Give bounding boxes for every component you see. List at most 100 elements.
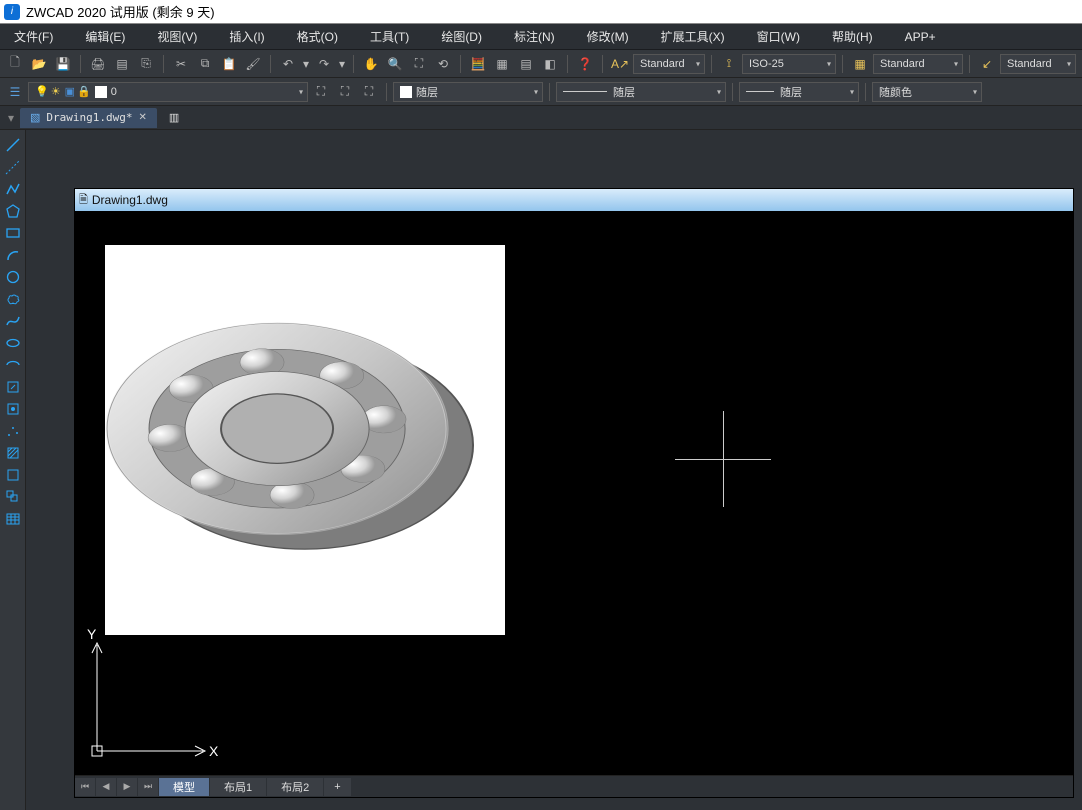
layout-nav-prev[interactable]: ◀ bbox=[96, 778, 116, 796]
undo-icon: ↶ bbox=[283, 57, 293, 71]
linetype-dropdown[interactable]: 随层 bbox=[556, 82, 726, 102]
document-tab-active[interactable]: ▧ Drawing1.dwg* ✕ bbox=[20, 108, 157, 128]
insert-block-tool[interactable] bbox=[4, 378, 22, 396]
table-style-dropdown[interactable]: Standard bbox=[873, 54, 963, 74]
lightbulb-icon: 💡 bbox=[35, 85, 49, 98]
layout-tab-2[interactable]: 布局2 bbox=[267, 778, 323, 796]
layout-tab-model[interactable]: 模型 bbox=[159, 778, 209, 796]
main-area: 🗎 Drawing1.dwg bbox=[0, 130, 1082, 810]
open-button[interactable]: 📂 bbox=[28, 53, 50, 75]
text-style-dropdown[interactable]: Standard bbox=[633, 54, 705, 74]
menu-window[interactable]: 窗口(W) bbox=[751, 25, 806, 48]
menu-dimension[interactable]: 标注(N) bbox=[508, 25, 561, 48]
pan-button[interactable]: ✋ bbox=[360, 53, 382, 75]
menu-file[interactable]: 文件(F) bbox=[8, 25, 59, 48]
gradient-tool[interactable] bbox=[4, 466, 22, 484]
zoom-realtime-button[interactable]: 🔍 bbox=[384, 53, 406, 75]
color-swatch bbox=[400, 86, 412, 98]
print-preview-button[interactable]: ▤ bbox=[111, 53, 133, 75]
menu-help[interactable]: 帮助(H) bbox=[826, 25, 879, 48]
menu-format[interactable]: 格式(O) bbox=[291, 25, 344, 48]
paste-icon: 📋 bbox=[222, 57, 237, 71]
zoom-window-button[interactable]: ⛶ bbox=[408, 53, 430, 75]
separator bbox=[386, 83, 387, 101]
mleader-style-dropdown[interactable]: Standard bbox=[1000, 54, 1076, 74]
help-button[interactable]: ❓ bbox=[574, 53, 596, 75]
menu-express[interactable]: 扩展工具(X) bbox=[655, 25, 731, 48]
menu-edit[interactable]: 编辑(E) bbox=[79, 25, 131, 48]
new-button[interactable]: 🗋 bbox=[4, 53, 26, 75]
menu-app[interactable]: APP+ bbox=[899, 27, 942, 47]
revcloud-tool[interactable] bbox=[4, 290, 22, 308]
properties-button[interactable]: ▦ bbox=[491, 53, 513, 75]
xline-tool[interactable] bbox=[4, 158, 22, 176]
color-dropdown[interactable]: 随层 bbox=[393, 82, 543, 102]
hatch-tool[interactable] bbox=[4, 444, 22, 462]
document-tabs: ▾ ▧ Drawing1.dwg* ✕ ▥ bbox=[0, 106, 1082, 130]
calc-button[interactable]: 🧮 bbox=[467, 53, 489, 75]
menu-insert[interactable]: 插入(I) bbox=[223, 25, 270, 48]
polygon-tool[interactable] bbox=[4, 202, 22, 220]
ellipse-tool[interactable] bbox=[4, 334, 22, 352]
redo-button[interactable]: ↷ bbox=[313, 53, 335, 75]
layer-color-swatch bbox=[95, 86, 107, 98]
circle-tool[interactable] bbox=[4, 268, 22, 286]
spline-tool[interactable] bbox=[4, 312, 22, 330]
dim-style-dropdown[interactable]: ISO-25 bbox=[742, 54, 836, 74]
close-tab-button[interactable]: ✕ bbox=[139, 112, 147, 123]
layout-tab-1[interactable]: 布局1 bbox=[210, 778, 266, 796]
tabs-dropdown[interactable]: ▾ bbox=[4, 107, 18, 129]
linetype-value: 随层 bbox=[613, 84, 635, 100]
make-block-tool[interactable] bbox=[4, 400, 22, 418]
layout-nav-first[interactable]: ⏮ bbox=[75, 778, 95, 796]
document-window[interactable]: 🗎 Drawing1.dwg bbox=[74, 188, 1074, 798]
design-center-button[interactable]: ▤ bbox=[515, 53, 537, 75]
undo-button[interactable]: ↶ bbox=[277, 53, 299, 75]
lineweight-dropdown[interactable]: 随层 bbox=[739, 82, 859, 102]
paste-button[interactable]: 📋 bbox=[218, 53, 240, 75]
redo-dropdown[interactable]: ▾ bbox=[337, 53, 347, 75]
print-button[interactable]: 🖨 bbox=[87, 53, 109, 75]
matchprop-button[interactable]: 🖌 bbox=[242, 53, 264, 75]
dwg-icon: 🗎 bbox=[79, 191, 88, 210]
separator bbox=[353, 55, 354, 73]
layer-manager-button[interactable]: ☰ bbox=[4, 81, 26, 103]
textstyle-icon[interactable]: A↗ bbox=[609, 53, 631, 75]
layer-dropdown[interactable]: 💡 ☀ ▣ 🔒 0 bbox=[28, 82, 308, 102]
document-tab-label: Drawing1.dwg* bbox=[46, 111, 132, 124]
new-tab-button[interactable]: ▥ bbox=[159, 108, 189, 128]
menu-draw[interactable]: 绘图(D) bbox=[435, 25, 488, 48]
layer-state-button[interactable]: ⛶ bbox=[334, 81, 356, 103]
ellipse-arc-tool[interactable] bbox=[4, 356, 22, 374]
layout-nav-next[interactable]: ▶ bbox=[117, 778, 137, 796]
document-window-titlebar[interactable]: 🗎 Drawing1.dwg bbox=[75, 189, 1073, 211]
arc-tool[interactable] bbox=[4, 246, 22, 264]
zoom-previous-button[interactable]: ⟲ bbox=[432, 53, 454, 75]
point-tool[interactable] bbox=[4, 422, 22, 440]
layout-nav-last[interactable]: ⏭ bbox=[138, 778, 158, 796]
line-tool[interactable] bbox=[4, 136, 22, 154]
menu-view[interactable]: 视图(V) bbox=[151, 25, 203, 48]
tablestyle-icon[interactable]: ▦ bbox=[849, 53, 871, 75]
table-tool[interactable] bbox=[4, 510, 22, 528]
layer-iso-button[interactable]: ⛶ bbox=[358, 81, 380, 103]
layout-tab-add[interactable]: + bbox=[324, 778, 350, 796]
plotstyle-dropdown[interactable]: 随颜色 bbox=[872, 82, 982, 102]
undo-dropdown[interactable]: ▾ bbox=[301, 53, 311, 75]
rectangle-tool[interactable] bbox=[4, 224, 22, 242]
lineweight-value: 随层 bbox=[780, 84, 802, 100]
menu-modify[interactable]: 修改(M) bbox=[581, 25, 635, 48]
dimstyle-icon[interactable]: ⟟ bbox=[718, 53, 740, 75]
drawing-canvas[interactable]: Y X bbox=[75, 211, 1073, 775]
publish-button[interactable]: ⎘ bbox=[135, 53, 157, 75]
cut-button[interactable]: ✂ bbox=[170, 53, 192, 75]
region-tool[interactable] bbox=[4, 488, 22, 506]
polyline-tool[interactable] bbox=[4, 180, 22, 198]
table-style-value: Standard bbox=[880, 58, 925, 70]
mleaderstyle-icon[interactable]: ↙ bbox=[976, 53, 998, 75]
layer-previous-button[interactable]: ⛶ bbox=[310, 81, 332, 103]
tool-palettes-button[interactable]: ◧ bbox=[539, 53, 561, 75]
save-button[interactable]: 💾 bbox=[52, 53, 74, 75]
menu-tools[interactable]: 工具(T) bbox=[364, 25, 415, 48]
copy-button[interactable]: ⧉ bbox=[194, 53, 216, 75]
